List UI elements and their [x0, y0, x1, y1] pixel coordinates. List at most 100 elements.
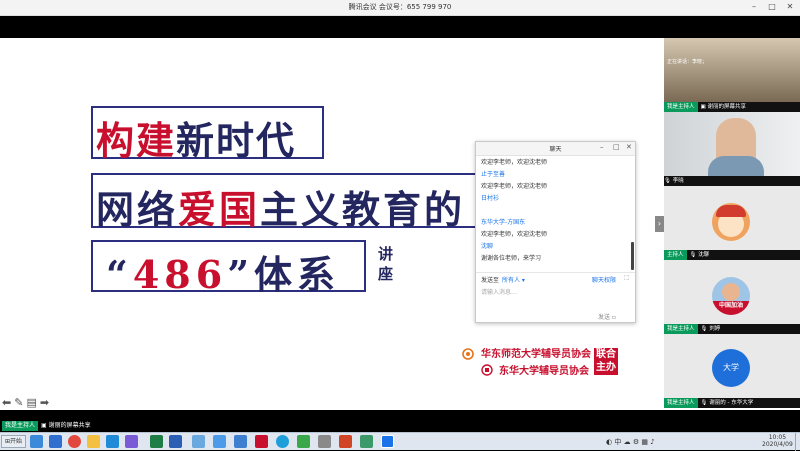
title-line-3: “486”体系 [106, 244, 340, 299]
send-to-value: 所有人 [502, 277, 521, 284]
share-status: 我是主持人 ▣ 谢丽的屏幕共享 [2, 421, 91, 431]
chat-close-button[interactable]: ✕ [626, 143, 632, 151]
send-to-select[interactable]: 所有人 ▾ [502, 275, 525, 284]
participant-label: 🎙 李晓 [664, 176, 800, 186]
send-button-label: 发送 [598, 314, 611, 321]
app-icon[interactable] [360, 435, 373, 448]
chat-window: 聊天 – □ ✕ 欢迎李老师，欢迎沈老师 止于至善 欢迎李老师，欢迎沈老师 日村… [475, 141, 636, 323]
chat-minimize-button[interactable]: – [600, 143, 604, 151]
lecture-char-2: 座 [378, 265, 394, 283]
chat-sender: 日村衫 [481, 195, 500, 202]
start-button[interactable]: ⊞开始 [1, 435, 27, 448]
clock[interactable]: 10:05 2020/4/09 [762, 434, 793, 448]
mic-icon: 🎙 [664, 178, 673, 184]
mic-icon: 🎙 [689, 252, 699, 258]
tencent-meeting-icon[interactable] [381, 435, 394, 448]
word-icon[interactable] [169, 435, 182, 448]
chrome-icon[interactable] [68, 435, 81, 448]
title-1-red: 构建 [96, 118, 177, 163]
folder-icon[interactable] [87, 435, 100, 448]
app-icon[interactable] [318, 435, 331, 448]
ecnu-logo-icon [462, 345, 474, 360]
title-line-1: 构建新时代 [96, 110, 296, 165]
excel-icon[interactable] [150, 435, 163, 448]
window-title: 腾讯会议 会议号：655 799 970 [348, 3, 452, 11]
title-3-navy: 体系 [254, 252, 341, 297]
clock-date: 2020/4/09 [762, 441, 793, 448]
quote-close: ” [227, 252, 255, 297]
send-to-label: 发送至 [481, 277, 500, 284]
menu-icon[interactable]: ▤ [26, 396, 39, 409]
prev-arrow-icon[interactable]: ⬅ [2, 396, 14, 409]
powerpoint-icon[interactable] [339, 435, 352, 448]
pen-icon[interactable]: ✎ [14, 396, 26, 409]
participant-name: 刘婷 [709, 326, 721, 332]
show-desktop-button[interactable] [795, 433, 800, 451]
mic-icon: 🎙 [700, 400, 710, 406]
participant-label: 我是主持人 🎙 谢丽的 - 东华大学 [664, 398, 800, 408]
tray-icon[interactable]: ◐ [606, 438, 612, 446]
chat-sender: 沈聊 [481, 243, 494, 250]
avatar: 中国加油 [712, 277, 750, 315]
chat-permission-link[interactable]: 聊天权限 [592, 275, 616, 284]
chat-send-button[interactable]: 发送 ▫ [598, 312, 616, 321]
screenshot-icon[interactable]: ⬚ [624, 274, 630, 281]
chat-message [481, 205, 629, 217]
participant-label: 我是主持人 🎙 刘婷 [664, 324, 800, 334]
app-icon[interactable] [49, 435, 62, 448]
share-label: 谢丽的屏幕共享 [48, 422, 91, 429]
participant-name: 谢丽的屏幕共享 [707, 104, 746, 110]
role-tag: 我是主持人 [664, 324, 698, 334]
tray-icon[interactable]: ⚙ [633, 438, 639, 446]
share-icon: ▣ [41, 422, 49, 429]
organizer-2: 东华大学辅导员协会 [499, 366, 589, 377]
slide-next-arrow-icon[interactable]: › [655, 216, 664, 232]
app-icon[interactable] [213, 435, 226, 448]
chat-maximize-button[interactable]: □ [613, 143, 620, 151]
minimize-button[interactable]: – [748, 2, 760, 11]
avatar: 大学 [712, 349, 750, 387]
ie-icon[interactable] [30, 435, 43, 448]
role-tag: 我是主持人 [664, 398, 698, 408]
network-icon[interactable]: ▦ [641, 438, 648, 446]
participant-tile-li[interactable]: 🎙 李晓 [664, 112, 800, 186]
ime-indicator[interactable]: 中 [614, 438, 621, 446]
participant-tile-xie[interactable]: 大学 我是主持人 🎙 谢丽的 - 东华大学 [664, 334, 800, 408]
app-icon[interactable] [297, 435, 310, 448]
app-icon[interactable] [255, 435, 268, 448]
app-icon[interactable] [234, 435, 247, 448]
title-2-red: 爱国 [178, 187, 261, 232]
speaker-video-body [708, 156, 764, 176]
participant-name: 李晓 [672, 178, 684, 184]
meeting-toolbar: 我是主持人 ▣ 谢丽的屏幕共享 [0, 410, 800, 432]
next-arrow-icon[interactable]: ➡ [40, 396, 52, 409]
top-band [0, 16, 664, 38]
maximize-button[interactable]: □ [766, 2, 778, 11]
title-2-navy-b: 主义教育的 [260, 187, 466, 232]
chat-message: 欢迎李老师，欢迎沈老师 [481, 231, 548, 238]
tray-icon[interactable]: ☁ [624, 438, 631, 446]
app-icon[interactable] [106, 435, 119, 448]
role-tag: 我是主持人 [2, 421, 39, 431]
participant-tile-liu[interactable]: 中国加油 我是主持人 🎙 刘婷 [664, 260, 800, 334]
avatar-banner: 中国加油 [712, 301, 750, 315]
avatar-hair [716, 205, 746, 217]
ie-icon[interactable] [276, 435, 289, 448]
chat-send-bar: 发送至 所有人 ▾ 聊天权限 ⬚ [476, 272, 635, 284]
organizer-1: 华东师范大学辅导员协会 [481, 349, 591, 360]
app-icon[interactable] [125, 435, 138, 448]
lecture-char-1: 讲 [378, 245, 394, 263]
chat-message-list: 欢迎李老师，欢迎沈老师 止于至善 欢迎李老师，欢迎沈老师 日村衫 东华大学-方国… [481, 157, 629, 265]
chat-scrollbar[interactable] [631, 242, 634, 270]
volume-icon[interactable]: ♪ [650, 438, 654, 446]
app-icon[interactable] [192, 435, 205, 448]
participant-tile-shen[interactable]: 主持人 🎙 沈聊 [664, 186, 800, 260]
avatar-face [722, 283, 740, 301]
participant-panel: 正在讲话：李晓； 我是主持人 ▣ 谢丽的屏幕共享 🎙 李晓 主持人 🎙 沈聊 中国加… [664, 38, 800, 410]
participant-tile-screen-share[interactable]: 正在讲话：李晓； 我是主持人 ▣ 谢丽的屏幕共享 [664, 38, 800, 112]
window-titlebar: 腾讯会议 会议号：655 799 970 – □ ✕ [0, 0, 800, 16]
participant-name: 沈聊 [698, 252, 710, 258]
participant-name: 谢丽的 - 东华大学 [709, 400, 754, 406]
close-button[interactable]: ✕ [784, 2, 796, 11]
start-label: 开始 [10, 438, 23, 445]
